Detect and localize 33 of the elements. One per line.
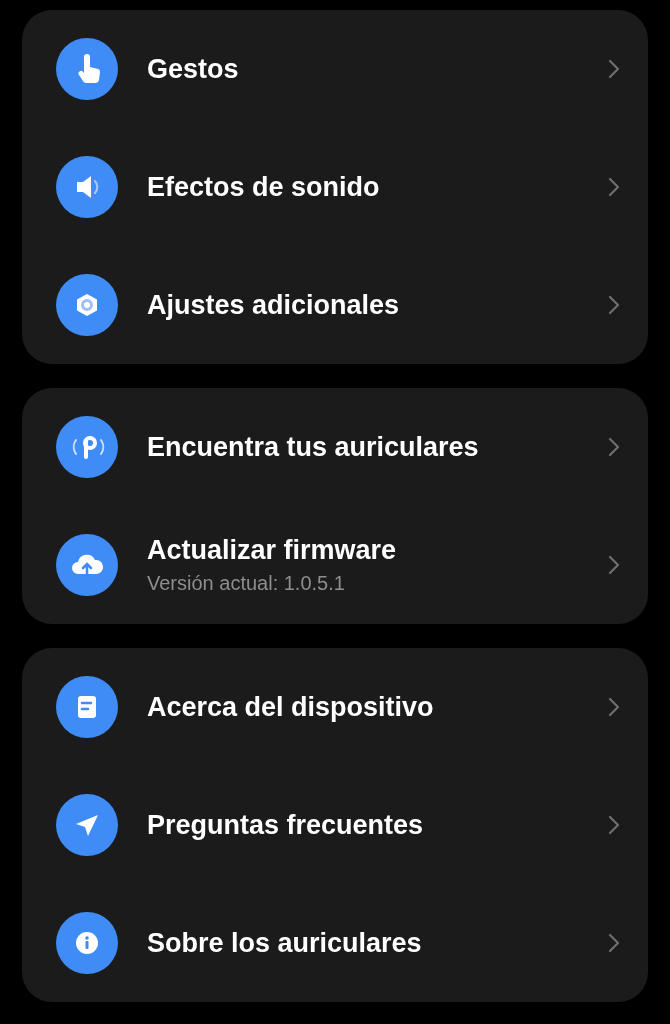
chevron-right-icon	[608, 177, 620, 197]
info-icon	[56, 912, 118, 974]
signal-waves-icon	[56, 416, 118, 478]
speaker-icon	[56, 156, 118, 218]
paper-plane-icon	[56, 794, 118, 856]
document-icon	[56, 676, 118, 738]
item-subtitle: Versión actual: 1.0.5.1	[147, 571, 346, 597]
item-title: Gestos	[147, 52, 240, 86]
item-title: Preguntas frecuentes	[147, 808, 425, 842]
cloud-upload-icon	[56, 534, 118, 596]
chevron-right-icon	[608, 437, 620, 457]
settings-item[interactable]: Actualizar firmware Versión actual: 1.0.5.1	[22, 506, 648, 624]
item-title: Sobre los auriculares	[147, 926, 423, 960]
hexagon-nut-icon	[56, 274, 118, 336]
chevron-right-icon	[608, 59, 620, 79]
item-title: Actualizar firmware	[147, 533, 398, 567]
settings-item[interactable]: Preguntas frecuentes	[22, 766, 648, 884]
settings-item[interactable]: Sobre los auriculares	[22, 884, 648, 1002]
chevron-right-icon	[608, 697, 620, 717]
settings-item[interactable]: Acerca del dispositivo	[22, 648, 648, 766]
chevron-right-icon	[608, 815, 620, 835]
item-title: Acerca del dispositivo	[147, 690, 435, 724]
settings-item[interactable]: Gestos	[22, 10, 648, 128]
settings-item[interactable]: Efectos de sonido	[22, 128, 648, 246]
chevron-right-icon	[608, 295, 620, 315]
item-title: Encuentra tus auriculares	[147, 430, 480, 464]
settings-item[interactable]: Encuentra tus auriculares	[22, 388, 648, 506]
item-title: Efectos de sonido	[147, 170, 381, 204]
settings-item[interactable]: Ajustes adicionales	[22, 246, 648, 364]
chevron-right-icon	[608, 933, 620, 953]
item-title: Ajustes adicionales	[147, 288, 401, 322]
hand-pointer-icon	[56, 38, 118, 100]
chevron-right-icon	[608, 555, 620, 575]
